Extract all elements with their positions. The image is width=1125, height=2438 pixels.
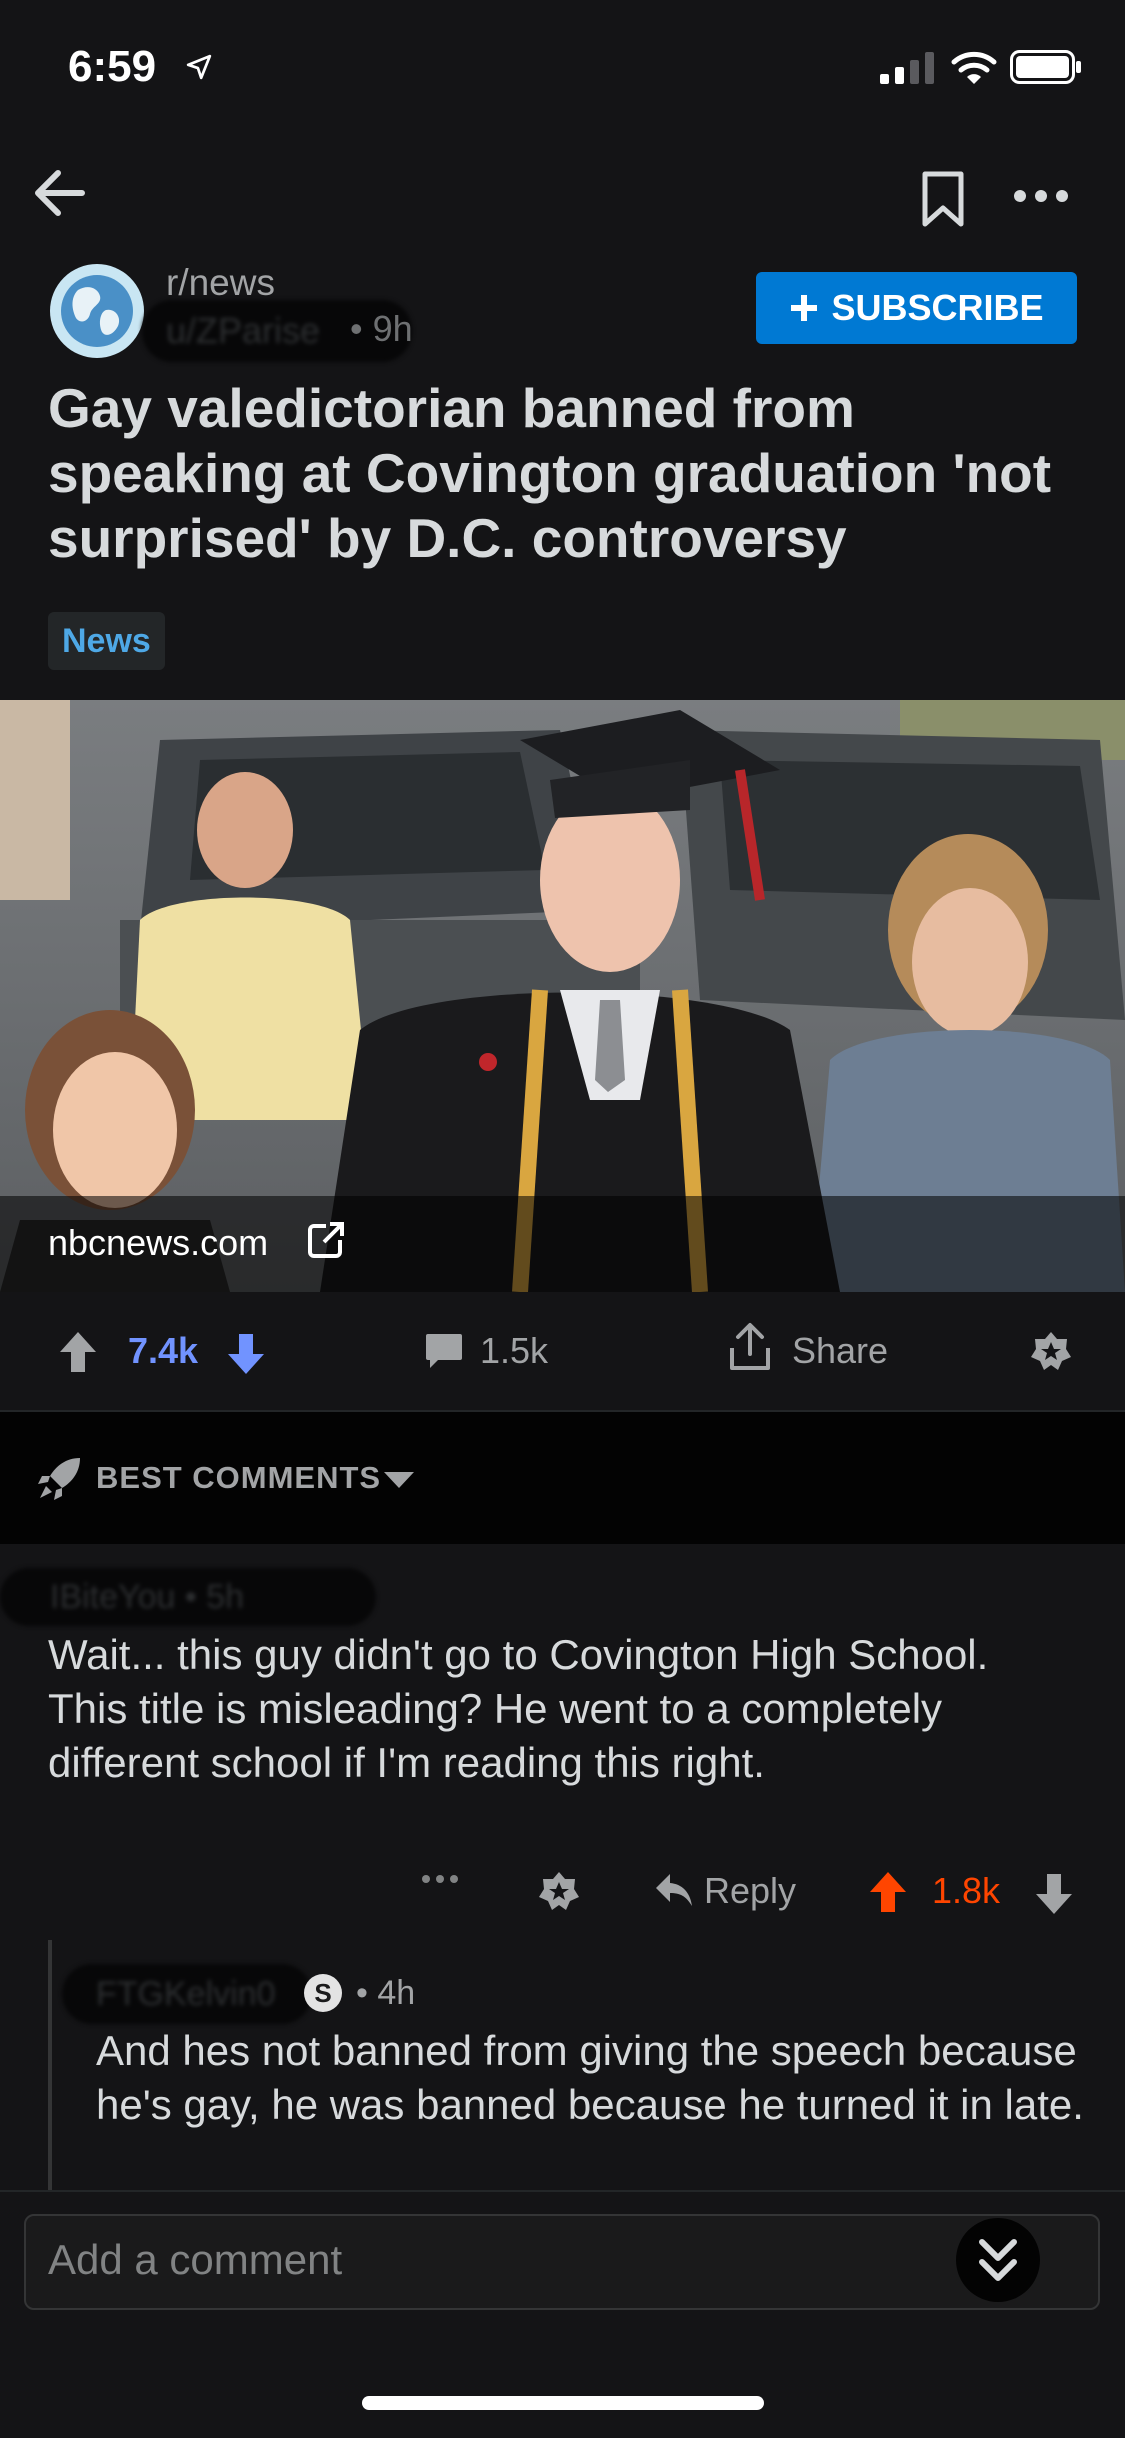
share-icon[interactable] <box>728 1322 772 1372</box>
post-score: 7.4k <box>128 1330 199 1371</box>
svg-text:S: S <box>314 1978 331 2008</box>
thread-line <box>48 1940 52 2190</box>
sort-label[interactable]: BEST COMMENTS <box>96 1460 381 1496</box>
external-link-icon[interactable] <box>306 1220 346 1260</box>
battery-icon <box>1010 50 1081 84</box>
chevron-down-icon[interactable] <box>382 1470 416 1490</box>
downvote-icon[interactable] <box>226 1332 266 1376</box>
award-icon[interactable] <box>538 1870 580 1912</box>
post-age: • 9h <box>350 308 413 349</box>
next-comment-button[interactable] <box>956 2218 1040 2302</box>
silver-award-icon: S <box>304 1974 342 2012</box>
double-chevron-down-icon <box>979 2239 1017 2281</box>
award-icon[interactable] <box>1030 1330 1072 1372</box>
subscribe-button[interactable]: SUBSCRIBE <box>756 272 1077 344</box>
home-indicator[interactable] <box>362 2396 764 2410</box>
downvote-icon[interactable] <box>1034 1872 1074 1916</box>
reply-button[interactable]: Reply <box>704 1870 796 1912</box>
upvote-icon[interactable] <box>868 1870 908 1914</box>
back-arrow-icon[interactable] <box>30 168 86 218</box>
reply-arrow-icon[interactable] <box>654 1872 694 1908</box>
cellular-signal-icon <box>880 52 934 84</box>
location-arrow-icon <box>186 54 212 80</box>
comment-body: And hes not banned from giving the speec… <box>96 2027 1084 2128</box>
upvote-icon[interactable] <box>58 1330 98 1374</box>
subscribe-label: SUBSCRIBE <box>831 287 1044 328</box>
comment-count[interactable]: 1.5k <box>480 1330 548 1372</box>
comment-score: 1.8k <box>932 1870 1001 1911</box>
link-domain[interactable]: nbcnews.com <box>48 1222 268 1264</box>
post-flair[interactable]: News <box>48 612 165 670</box>
plus-icon <box>791 295 818 321</box>
comment-author-redacted[interactable]: FTGKelvin0 <box>62 1964 312 2024</box>
comment-body: Wait... this guy didn't go to Covington … <box>48 1631 989 1786</box>
bookmark-icon[interactable] <box>920 170 966 228</box>
share-button[interactable]: Share <box>792 1330 888 1372</box>
wifi-icon <box>951 51 997 84</box>
status-time: 6:59 <box>68 42 157 91</box>
subreddit-name[interactable]: r/news <box>166 262 275 304</box>
comment-bubble-icon[interactable] <box>424 1332 464 1370</box>
more-options-icon[interactable] <box>1012 186 1070 206</box>
subreddit-avatar[interactable] <box>50 264 144 358</box>
add-comment-placeholder[interactable]: Add a comment <box>48 2236 342 2284</box>
globe-icon <box>61 275 133 347</box>
comment-more-icon[interactable] <box>420 1872 460 1886</box>
post-title[interactable]: Gay valedictorian banned from speaking a… <box>48 376 1068 571</box>
rocket-icon[interactable] <box>36 1456 82 1502</box>
comment-age: • 4h <box>356 1974 416 2012</box>
comment-author-redacted[interactable]: IBiteYou • 5h <box>0 1568 376 1626</box>
